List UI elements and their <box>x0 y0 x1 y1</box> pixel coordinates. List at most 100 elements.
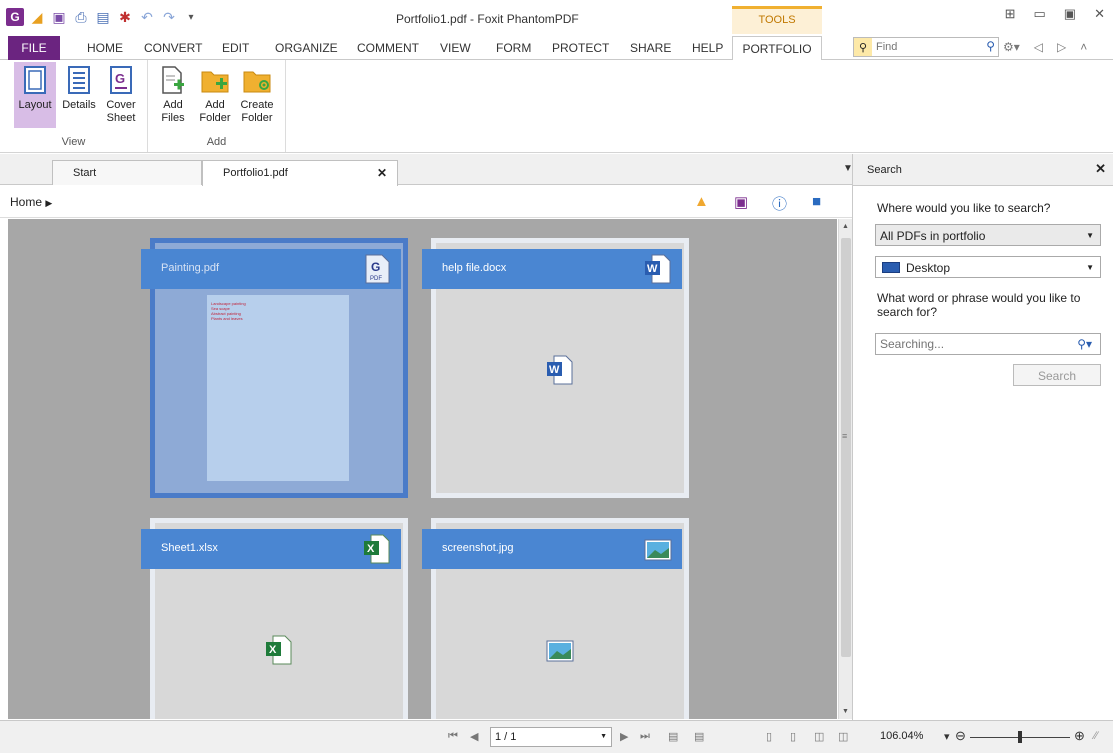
previous-view-icon[interactable]: ▤ <box>668 730 678 743</box>
delete-icon[interactable]: ■ <box>812 193 821 210</box>
tab-share[interactable]: SHARE <box>630 36 671 60</box>
file-tile-sheet1[interactable]: Sheet1.xlsx X X <box>141 518 408 719</box>
tab-file[interactable]: FILE <box>8 36 60 60</box>
tab-comment[interactable]: COMMENT <box>357 36 419 60</box>
find-box: ⚲ ⚲ <box>853 37 999 57</box>
maximize-icon[interactable]: ▣ <box>1064 6 1076 22</box>
file-tile-screenshot[interactable]: screenshot.jpg <box>422 518 689 719</box>
details-button[interactable]: Details <box>58 62 100 128</box>
previous-icon[interactable]: ◁ <box>1034 40 1043 54</box>
layout-icon <box>21 65 49 95</box>
foxit-logo-icon: G <box>6 8 24 26</box>
resize-grip-icon[interactable]: ∕∕ <box>1094 730 1098 742</box>
save-icon[interactable]: ▣ <box>50 8 68 26</box>
chevron-down-icon: ▼ <box>600 733 607 740</box>
redo-icon[interactable]: ↷ <box>160 8 178 26</box>
add-group: Add Files Add Folder Create Folder Add <box>148 60 286 152</box>
zoom-dropdown-icon[interactable]: ▾ <box>944 730 950 743</box>
search-panel: Search ✕ Where would you like to search?… <box>852 154 1113 720</box>
image-file-icon <box>546 635 574 665</box>
zoom-level[interactable]: 106.04% <box>880 730 923 742</box>
tab-edit[interactable]: EDIT <box>222 36 249 60</box>
file-name: Painting.pdf <box>161 262 220 274</box>
layout-button[interactable]: Layout <box>14 62 56 128</box>
customize-qat-icon[interactable]: ▾ <box>182 8 200 26</box>
zoom-slider-handle[interactable] <box>1018 731 1022 743</box>
zoom-out-icon[interactable]: ⊖ <box>955 728 966 744</box>
search-options-icon[interactable]: ⚲▾ <box>1077 337 1092 351</box>
tab-help[interactable]: HELP <box>692 36 723 60</box>
next-page-icon[interactable]: ▶ <box>620 730 628 743</box>
undo-icon[interactable]: ↶ <box>138 8 156 26</box>
print-icon[interactable]: ⎙ <box>72 8 90 26</box>
next-icon[interactable]: ▷ <box>1057 40 1066 54</box>
word-document-icon: W <box>546 355 574 385</box>
svg-text:G: G <box>115 71 125 86</box>
minimize-icon[interactable]: ▭ <box>1034 6 1046 22</box>
previous-page-icon[interactable]: ◀ <box>470 730 478 743</box>
search-scope-select[interactable]: All PDFs in portfolio ▼ <box>875 224 1101 246</box>
close-tab-icon[interactable]: ✕ <box>377 166 387 180</box>
next-view-icon[interactable]: ▤ <box>694 730 704 743</box>
settings-icon[interactable]: ⚙▾ <box>1003 40 1020 54</box>
tools-context-label: TOOLS <box>732 6 822 34</box>
add-files-button[interactable]: Add Files <box>152 62 194 128</box>
continuous-facing-icon[interactable]: ◫ <box>838 730 848 743</box>
view-group: Layout Details G Cover Sheet View <box>0 60 148 152</box>
svg-text:X: X <box>269 644 277 656</box>
svg-text:PDF: PDF <box>370 276 382 282</box>
vertical-scrollbar[interactable]: ▲ ≡ ▼ <box>838 219 852 719</box>
tab-view[interactable]: VIEW <box>440 36 471 60</box>
tab-organize[interactable]: ORGANIZE <box>275 36 338 60</box>
breadcrumb-home[interactable]: Home <box>10 195 42 209</box>
find-input[interactable] <box>872 41 972 53</box>
scroll-down-icon[interactable]: ▼ <box>842 708 849 715</box>
scroll-up-icon[interactable]: ▲ <box>842 223 849 230</box>
facing-pages-icon[interactable]: ◫ <box>814 730 824 743</box>
file-tile-header: Sheet1.xlsx X <box>141 529 401 569</box>
tab-protect[interactable]: PROTECT <box>552 36 609 60</box>
continuous-page-icon[interactable]: ▯ <box>790 730 796 743</box>
info-icon[interactable]: ⓘ <box>772 193 787 214</box>
page-number-field[interactable]: 1 / 1 ▼ <box>490 727 612 747</box>
new-document-icon[interactable]: ✱ <box>116 8 134 26</box>
tab-home[interactable]: HOME <box>87 36 123 60</box>
breadcrumb[interactable]: Home ▶ <box>10 195 52 209</box>
tab-portfolio-document[interactable]: Portfolio1.pdf ✕ <box>202 160 398 186</box>
status-bar: ⏮ ◀ 1 / 1 ▼ ▶ ⏭ ▤ ▤ ▯ ▯ ◫ ◫ 106.04% ▾ ⊖ … <box>0 720 1113 753</box>
add-group-label: Add <box>206 136 227 148</box>
zoom-in-icon[interactable]: ⊕ <box>1074 728 1085 744</box>
what-label: What word or phrase would you like to se… <box>877 291 1081 319</box>
file-tile-painting[interactable]: Painting.pdf G PDF Landscape painting Sea… <box>141 238 408 498</box>
tab-start[interactable]: Start <box>52 160 202 185</box>
save-file-icon[interactable]: ▣ <box>734 193 748 211</box>
search-location-select[interactable]: Desktop ▼ <box>875 256 1101 278</box>
first-page-icon[interactable]: ⏮ <box>448 730 458 743</box>
tab-form[interactable]: FORM <box>496 36 531 60</box>
cover-sheet-button[interactable]: G Cover Sheet <box>100 62 142 128</box>
ribbon-display-icon[interactable]: ⊞ <box>1005 6 1016 22</box>
file-tile-help-file[interactable]: help file.docx W W <box>422 238 689 498</box>
collapse-ribbon-icon[interactable]: ˄ <box>1080 40 1087 54</box>
tab-portfolio[interactable]: PORTFOLIO <box>732 36 822 61</box>
scan-icon[interactable]: ▤ <box>94 8 112 26</box>
single-page-icon[interactable]: ▯ <box>766 730 772 743</box>
tab-convert[interactable]: CONVERT <box>144 36 202 60</box>
open-folder-icon[interactable]: ▲ <box>694 193 709 210</box>
open-icon[interactable]: ◢ <box>28 8 46 26</box>
search-button[interactable]: Search <box>1013 364 1101 386</box>
last-page-icon[interactable]: ⏭ <box>640 730 650 743</box>
close-panel-icon[interactable]: ✕ <box>1095 161 1106 177</box>
document-tabs: Start Portfolio1.pdf ✕ <box>0 154 866 186</box>
search-phrase-input[interactable] <box>876 337 1056 351</box>
add-folder-button[interactable]: Add Folder <box>194 62 236 128</box>
view-group-label: View <box>61 136 86 148</box>
excel-icon: X <box>363 534 391 564</box>
create-folder-button[interactable]: Create Folder <box>236 62 278 128</box>
search-icon[interactable]: ⚲ <box>986 39 995 53</box>
find-options-icon[interactable]: ⚲ <box>854 38 872 56</box>
close-window-icon[interactable]: ✕ <box>1094 6 1105 22</box>
chevron-right-icon: ▶ <box>45 198 53 208</box>
scrollbar-thumb[interactable] <box>841 238 851 657</box>
chevron-down-icon: ▼ <box>1086 263 1094 272</box>
